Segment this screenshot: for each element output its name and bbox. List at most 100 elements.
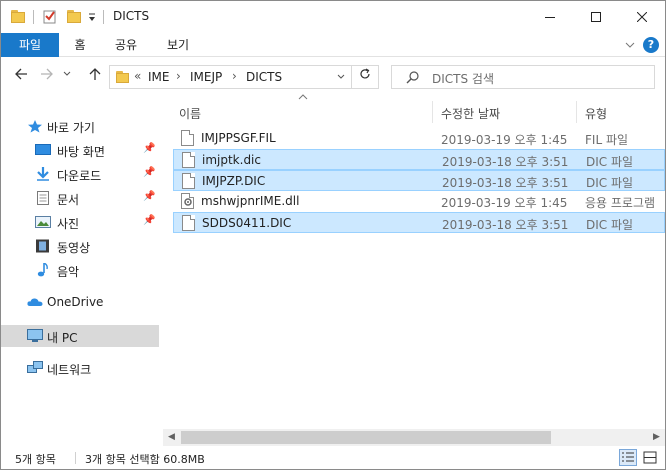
explorer-window: DICTS 파일 홈 공유 보기 ? « IME › IMEJP › DICTS… — [0, 0, 666, 470]
recent-locations-dropdown[interactable] — [61, 67, 73, 87]
tab-home[interactable]: 홈 — [61, 33, 99, 57]
search-box[interactable]: DICTS 검색 — [391, 65, 655, 89]
file-icon — [181, 130, 194, 146]
sidebar-item-onedrive[interactable]: OneDrive — [1, 291, 159, 313]
tab-share[interactable]: 공유 — [103, 33, 149, 57]
navigation-pane: 바로 가기 바탕 화면 📌 다운로드 📌 문서 📌 사진 📌 동영상 음악 On… — [1, 97, 163, 445]
status-divider — [75, 452, 76, 464]
sidebar-item-label: 문서 — [57, 193, 80, 207]
address-history-dropdown-icon[interactable] — [336, 70, 346, 87]
pin-icon[interactable]: 📌 — [143, 143, 155, 154]
computer-icon — [27, 329, 43, 342]
file-type: FIL 파일 — [585, 133, 629, 147]
column-header-type[interactable]: 유형 — [585, 105, 607, 122]
details-view-button[interactable] — [619, 449, 637, 466]
table-row[interactable]: IMJPZP.DIC 2019-03-18 오후 3:51 DIC 파일 — [173, 170, 665, 191]
chevron-right-icon[interactable]: › — [232, 69, 237, 83]
table-row[interactable]: imjptk.dic 2019-03-18 오후 3:51 DIC 파일 — [173, 149, 665, 170]
sidebar-item-this-pc[interactable]: 내 PC — [1, 325, 159, 347]
table-row[interactable]: mshwjpnrIME.dll 2019-03-19 오후 1:45 응용 프로그램 — [173, 191, 665, 212]
expand-ribbon-icon[interactable] — [625, 33, 635, 57]
refresh-icon — [359, 68, 370, 79]
column-divider[interactable] — [576, 101, 577, 123]
folder-icon — [11, 10, 25, 23]
search-icon — [406, 71, 419, 84]
download-icon — [37, 167, 49, 181]
ribbon-tabs: 파일 홈 공유 보기 ? — [1, 33, 665, 57]
item-count: 5개 항목 — [15, 453, 56, 466]
quick-access-toolbar-dropdown-icon[interactable] — [87, 10, 97, 24]
large-icons-view-button[interactable] — [641, 449, 659, 466]
sidebar-item-downloads[interactable]: 다운로드 📌 — [1, 163, 159, 185]
sidebar-item-label: 바탕 화면 — [57, 145, 105, 159]
horizontal-scrollbar[interactable]: ◀ ▶ — [163, 429, 665, 446]
pin-icon[interactable]: 📌 — [143, 191, 155, 202]
navigation-bar: « IME › IMEJP › DICTS DICTS 검색 — [1, 57, 665, 97]
sidebar-item-quick-access[interactable]: 바로 가기 — [1, 115, 159, 137]
search-input[interactable]: DICTS 검색 — [432, 70, 494, 87]
column-header-name[interactable]: 이름 — [179, 105, 201, 122]
file-modified: 2019-03-18 오후 3:51 — [442, 218, 569, 232]
sidebar-item-label: 동영상 — [57, 241, 91, 255]
up-button[interactable] — [85, 67, 105, 87]
back-button[interactable] — [11, 67, 31, 87]
sidebar-item-network[interactable]: 네트워크 — [1, 357, 159, 379]
address-bar[interactable]: « IME › IMEJP › DICTS — [109, 65, 379, 89]
minimize-button[interactable] — [527, 1, 573, 33]
window-title: DICTS — [113, 9, 150, 23]
file-name: IMJPPSGF.FIL — [201, 131, 276, 145]
tab-file[interactable]: 파일 — [1, 33, 59, 57]
sidebar-item-desktop[interactable]: 바탕 화면 📌 — [1, 139, 159, 161]
sidebar-item-label: 다운로드 — [57, 169, 102, 183]
selection-info: 3개 항목 선택함 60.8MB — [85, 453, 205, 466]
pin-icon[interactable]: 📌 — [143, 167, 155, 178]
file-name: imjptk.dic — [202, 153, 261, 167]
arrow-up-icon — [89, 68, 101, 80]
table-row[interactable]: IMJPPSGF.FIL 2019-03-19 오후 1:45 FIL 파일 — [173, 128, 665, 149]
sidebar-item-label: 내 PC — [47, 331, 78, 345]
file-icon — [182, 215, 195, 231]
pin-icon[interactable]: 📌 — [143, 215, 155, 226]
minimize-icon — [545, 17, 555, 18]
scroll-left-icon[interactable]: ◀ — [163, 429, 180, 446]
table-row[interactable]: SDDS0411.DIC 2019-03-18 오후 3:51 DIC 파일 — [173, 212, 665, 233]
chevron-right-icon[interactable]: › — [176, 69, 181, 83]
properties-icon[interactable] — [43, 9, 57, 24]
breadcrumb-dicts[interactable]: DICTS — [246, 70, 282, 84]
forward-button[interactable] — [37, 67, 57, 87]
file-list: 이름 수정한 날짜 유형 IMJPPSGF.FIL 2019-03-19 오후 1… — [163, 94, 665, 429]
desktop-icon — [35, 144, 51, 155]
scrollbar-thumb[interactable] — [181, 431, 551, 444]
file-icon — [182, 173, 195, 189]
breadcrumb-ime[interactable]: IME — [148, 70, 169, 84]
new-folder-icon[interactable] — [67, 10, 81, 23]
file-type: 응용 프로그램 — [585, 196, 656, 210]
scroll-right-icon[interactable]: ▶ — [648, 429, 665, 446]
titlebar-divider — [33, 10, 34, 24]
file-name: SDDS0411.DIC — [202, 216, 292, 230]
titlebar-divider — [103, 10, 104, 24]
sidebar-item-videos[interactable]: 동영상 — [1, 235, 159, 257]
breadcrumb-imejp[interactable]: IMEJP — [190, 70, 222, 84]
tab-view[interactable]: 보기 — [153, 33, 203, 57]
maximize-button[interactable] — [573, 1, 619, 33]
sort-ascending-icon — [298, 93, 308, 104]
file-modified: 2019-03-19 오후 1:45 — [441, 196, 568, 210]
column-divider[interactable] — [432, 101, 433, 123]
file-type: DIC 파일 — [586, 218, 634, 232]
sidebar-item-documents[interactable]: 문서 📌 — [1, 187, 159, 209]
arrow-right-icon — [41, 68, 53, 80]
close-button[interactable] — [619, 1, 665, 33]
column-header-modified[interactable]: 수정한 날짜 — [441, 105, 500, 122]
pictures-icon — [35, 216, 51, 228]
status-bar: 5개 항목 3개 항목 선택함 60.8MB — [1, 446, 665, 469]
sidebar-item-pictures[interactable]: 사진 📌 — [1, 211, 159, 233]
refresh-button[interactable] — [351, 65, 377, 89]
help-icon[interactable]: ? — [643, 37, 659, 53]
sidebar-item-label: 사진 — [57, 217, 80, 231]
breadcrumb-overflow[interactable]: « — [134, 69, 141, 83]
file-name: IMJPZP.DIC — [202, 174, 266, 188]
sidebar-item-music[interactable]: 음악 — [1, 259, 159, 281]
maximize-icon — [591, 12, 601, 22]
sidebar-item-label: 음악 — [57, 265, 80, 279]
